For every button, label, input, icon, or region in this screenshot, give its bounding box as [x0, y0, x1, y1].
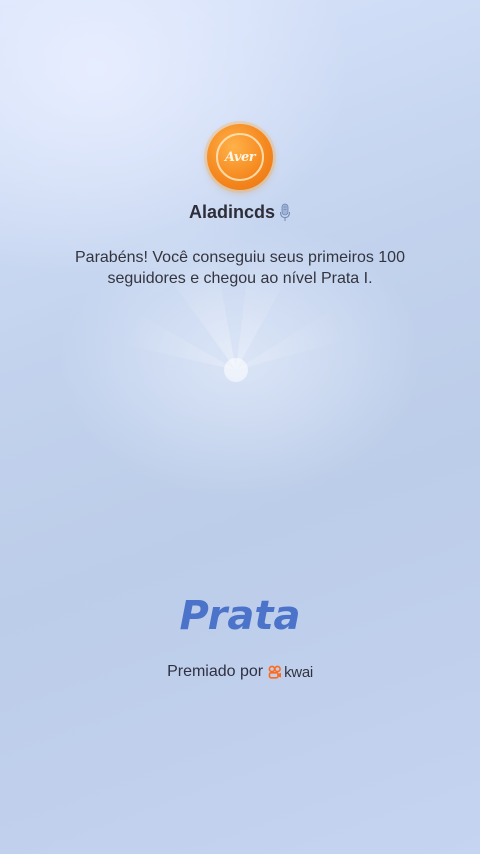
username: Aladincds: [188, 202, 276, 222]
microphone-icon: [280, 203, 291, 221]
username-row: Aladincds: [0, 202, 480, 223]
kwai-logo-icon: [268, 665, 282, 679]
awarded-by-row: Premiado por kwai: [0, 663, 480, 681]
user-avatar: Aver: [207, 124, 273, 190]
awarded-by-label: Premiado por: [167, 663, 264, 680]
level-name: Prata: [179, 593, 301, 639]
avatar-initials: Aver: [224, 149, 256, 165]
kwai-brand-name: kwai: [284, 663, 313, 681]
achievement-message: Parabéns! Você conseguiu seus primeiros …: [75, 249, 405, 287]
kwai-logo: kwai: [268, 664, 313, 681]
avatar-badge: Aver: [216, 133, 264, 181]
